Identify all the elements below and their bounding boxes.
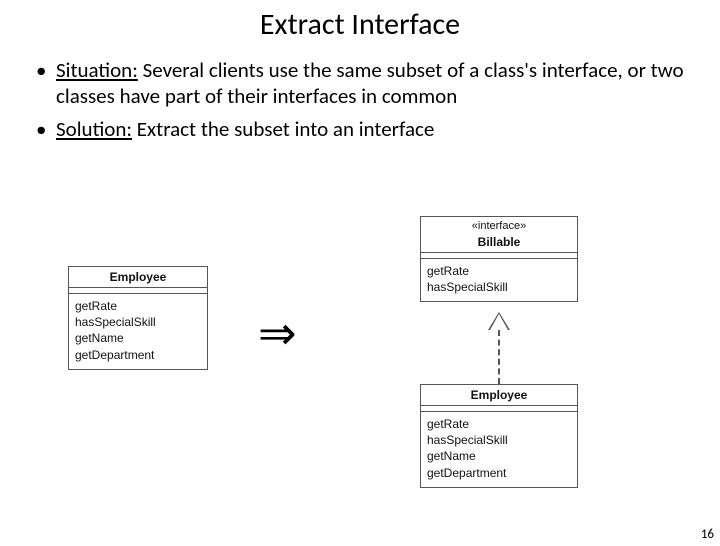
realization-arrowhead-fill (490, 314, 508, 330)
uml-op: getDepartment (427, 465, 571, 481)
bullet-text: Several clients use the same subset of a… (56, 57, 684, 109)
uml-class-name: Employee (69, 267, 207, 288)
bullet-text: Extract the subset into an interface (132, 116, 434, 142)
uml-op: getName (75, 330, 201, 346)
uml-op: getName (427, 448, 571, 464)
uml-op: getRate (427, 416, 571, 432)
uml-class-name: Billable (421, 232, 577, 253)
uml-diagram: Employee getRate hasSpecialSkill getName… (0, 216, 720, 516)
uml-employee-after: Employee getRate hasSpecialSkill getName… (420, 384, 578, 488)
slide: Extract Interface Situation: Several cli… (0, 6, 720, 546)
page-title: Extract Interface (0, 6, 720, 43)
uml-op: hasSpecialSkill (427, 432, 571, 448)
uml-op: getDepartment (75, 347, 201, 363)
uml-billable-interface: «interface» Billable getRate hasSpecialS… (420, 216, 578, 302)
uml-stereotype: «interface» (421, 217, 577, 232)
uml-op: getRate (75, 298, 201, 314)
bullet-situation: Situation: Several clients use the same … (40, 57, 692, 110)
uml-ops: getRate hasSpecialSkill getName getDepar… (69, 294, 207, 369)
uml-class-name: Employee (421, 385, 577, 406)
transform-arrow-icon: ⇒ (258, 306, 297, 360)
bullet-solution: Solution: Extract the subset into an int… (40, 116, 692, 142)
bullet-list: Situation: Several clients use the same … (40, 57, 692, 142)
uml-ops: getRate hasSpecialSkill getName getDepar… (421, 412, 577, 487)
uml-op: hasSpecialSkill (427, 279, 571, 295)
bullet-label: Situation: (56, 57, 138, 83)
uml-ops: getRate hasSpecialSkill (421, 259, 577, 301)
uml-op: getRate (427, 263, 571, 279)
bullet-label: Solution: (56, 116, 132, 142)
uml-op: hasSpecialSkill (75, 314, 201, 330)
realization-line (498, 330, 500, 384)
uml-employee-before: Employee getRate hasSpecialSkill getName… (68, 266, 208, 370)
